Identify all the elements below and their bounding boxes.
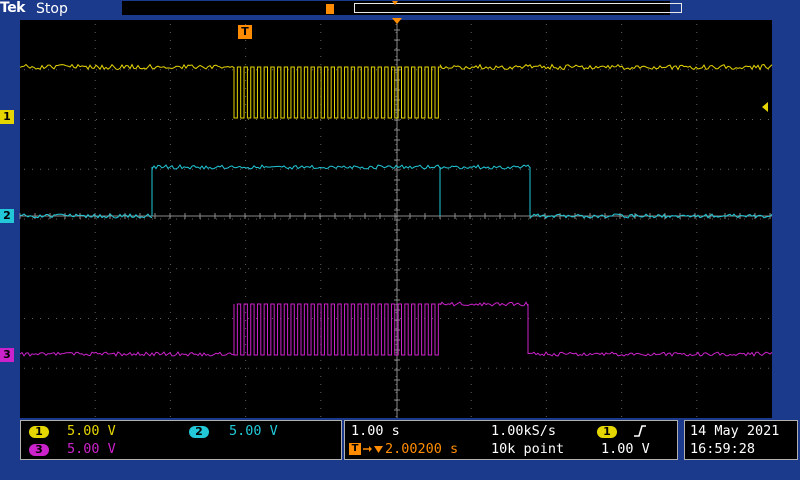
trigger-marker-icon: T bbox=[238, 25, 252, 39]
trigger-source-badge: 1 bbox=[597, 426, 617, 438]
ch1-ground-marker[interactable]: 1 bbox=[0, 110, 14, 124]
trigger-position-icon bbox=[392, 18, 402, 24]
date-readout: 14 May 2021 bbox=[690, 423, 780, 439]
ch2-badge: 2 bbox=[189, 426, 209, 438]
delay-trigger-icon: T bbox=[349, 443, 361, 455]
time-readout: 16:59:28 bbox=[690, 441, 756, 457]
ch3-ground-marker[interactable]: 3 bbox=[0, 348, 14, 362]
trigger-level-icon bbox=[762, 102, 768, 112]
trigger-level-readout: 1.00 V bbox=[601, 441, 650, 457]
ch1-burst bbox=[233, 66, 442, 119]
timebase-readout: 1.00 s bbox=[351, 423, 400, 439]
ch1-trace-tail bbox=[439, 63, 773, 71]
graticule bbox=[19, 19, 772, 418]
ch3-burst bbox=[233, 303, 442, 356]
ch3-trace bbox=[19, 351, 235, 357]
delay-readout: 2.00200 s bbox=[385, 441, 459, 457]
ch1-badge: 1 bbox=[29, 426, 49, 438]
ch1-trace bbox=[19, 63, 235, 71]
sample-rate-readout: 1.00kS/s bbox=[491, 423, 557, 439]
datetime-panel: 14 May 2021 16:59:28 bbox=[684, 420, 798, 460]
ch3-tail bbox=[527, 351, 773, 357]
ch3-high bbox=[439, 301, 529, 307]
rising-edge-icon bbox=[634, 425, 646, 437]
ch3-badge: 3 bbox=[29, 444, 49, 456]
ch3-scale: 5.00 V bbox=[67, 441, 116, 457]
trace-layer bbox=[19, 18, 773, 418]
delay-arrow-icon bbox=[363, 446, 383, 453]
horizontal-readout-panel[interactable]: 1.00 s 1.00kS/s T 2.00200 s 10k point 1 … bbox=[344, 420, 678, 460]
ch1-scale: 5.00 V bbox=[67, 423, 116, 439]
vertical-readout-panel[interactable]: 1 5.00 V 2 5.00 V 3 5.00 V bbox=[20, 420, 342, 460]
record-length-readout: 10k point bbox=[491, 441, 565, 457]
ch2-scale: 5.00 V bbox=[229, 423, 278, 439]
ch2-ground-marker[interactable]: 2 bbox=[0, 209, 14, 223]
ch2-high bbox=[151, 164, 531, 170]
